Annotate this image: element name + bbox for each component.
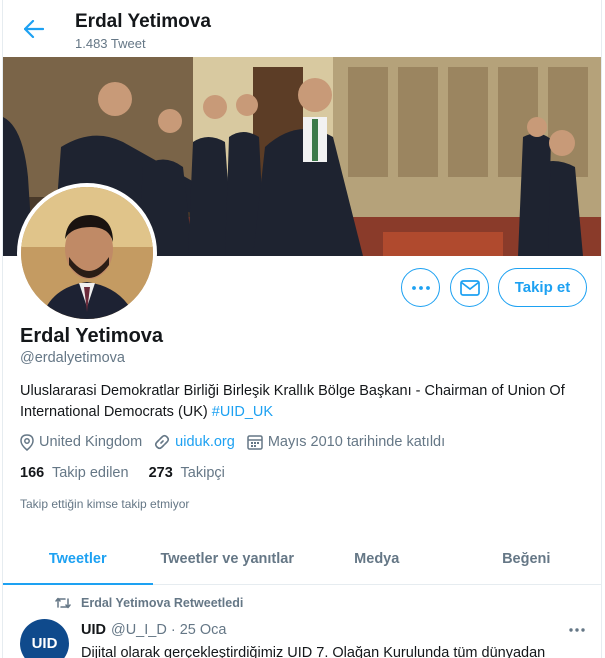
following-count: 166: [20, 465, 45, 481]
joined-text: Mayıs 2010 tarihinde katıldı: [267, 434, 446, 450]
profile-page: Erdal Yetimova 1.483 Tweet Takip et Erda…: [2, 0, 602, 658]
retweet-note[interactable]: Erdal Yetimova Retweetledi: [81, 596, 243, 610]
message-button[interactable]: [450, 268, 489, 307]
location-text: United Kingdom: [39, 434, 143, 450]
back-button[interactable]: [21, 16, 47, 42]
tweet-avatar-text: UID: [31, 635, 58, 652]
header-name: Erdal Yetimova: [75, 11, 211, 32]
bio-text: Uluslararasi Demokratlar Birliği Birleşi…: [20, 383, 565, 420]
more-icon: [569, 628, 585, 632]
joined-item: Mayıs 2010 tarihinde katıldı: [247, 434, 445, 450]
tab-media[interactable]: Medya: [302, 533, 452, 584]
following-label: Takip edilen: [51, 465, 129, 481]
more-icon: [411, 285, 430, 290]
bio-hashtag-link[interactable]: #UID_UK: [212, 404, 273, 420]
tweet-author-avatar[interactable]: UID: [20, 619, 69, 658]
calendar-icon: [247, 435, 263, 450]
tab-tweets-replies[interactable]: Tweetler ve yanıtlar: [153, 533, 303, 584]
followers-count: 273: [148, 465, 173, 481]
tweet-author-name[interactable]: UID: [81, 622, 106, 638]
tweet-more-button[interactable]: [567, 622, 587, 638]
follow-button[interactable]: Takip et: [498, 268, 587, 307]
profile-bio: Uluslararasi Demokratlar Birliği Birleşi…: [20, 381, 590, 423]
profile-name: Erdal Yetimova: [20, 325, 164, 347]
tab-likes[interactable]: Beğeni: [452, 533, 602, 584]
back-arrow-icon: [24, 20, 44, 38]
location-item: United Kingdom: [20, 433, 143, 451]
retweet-context: Erdal Yetimova Retweetledi: [55, 596, 243, 610]
profile-handle: @erdalyetimova: [20, 350, 125, 366]
tweet-meta: @U_I_D · 25 Oca: [110, 622, 227, 638]
website-item: uiduk.org: [154, 434, 235, 450]
mail-icon: [459, 279, 480, 296]
website-link[interactable]: uiduk.org: [175, 434, 235, 450]
retweet-icon: [55, 597, 71, 609]
top-bar: Erdal Yetimova 1.483 Tweet: [3, 0, 601, 57]
profile-avatar[interactable]: [17, 183, 157, 323]
followers-label: Takipçi: [180, 465, 225, 481]
known-followers-text: Takip ettiğin kimse takip etmiyor: [20, 497, 190, 511]
followers-link[interactable]: 273 Takipçi: [149, 465, 225, 481]
more-button[interactable]: [401, 268, 440, 307]
tweet-header: UID @U_I_D · 25 Oca: [81, 622, 226, 638]
link-icon: [155, 434, 170, 450]
follow-stats: 166 Takip edilen 273 Takipçi: [20, 465, 245, 481]
following-link[interactable]: 166 Takip edilen: [20, 465, 129, 481]
profile-meta: United Kingdom uiduk.org Mayıs 2010 tari…: [20, 432, 457, 452]
tab-tweets[interactable]: Tweetler: [3, 533, 153, 585]
location-icon: [20, 433, 34, 451]
header-tweet-count: 1.483 Tweet: [75, 36, 146, 51]
profile-tabs: Tweetler Tweetler ve yanıtlar Medya Beğe…: [3, 533, 601, 585]
tweet-text: Dijital olarak gerçekleştirdiğimiz UID 7…: [81, 645, 546, 658]
